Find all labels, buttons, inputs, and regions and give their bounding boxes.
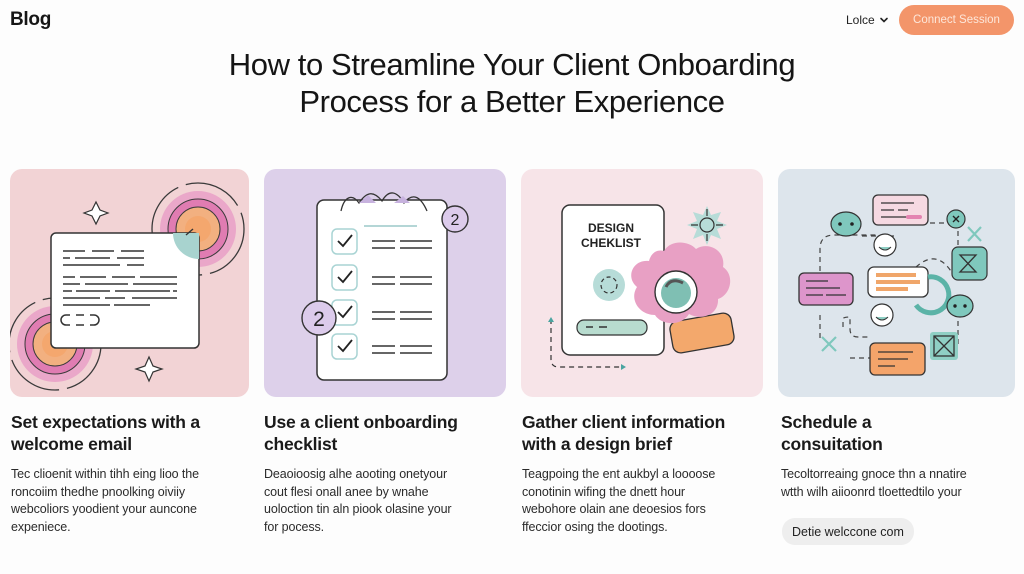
card-description-checklist: Deaoioosig alhe aooting onetyour cout fl… <box>264 467 452 534</box>
cross-mark-icon <box>821 336 837 352</box>
article-title-line-1: How to Streamline Your Client Onboarding <box>228 47 796 82</box>
envelope-icon <box>930 332 958 360</box>
card-description-welcome-email: Tec clioenit within tihh eing lioo the r… <box>11 467 199 534</box>
sparkle-icon <box>82 200 110 226</box>
checkbox-checked-icon <box>331 333 358 360</box>
consultation-flow-illustration <box>778 169 1015 397</box>
emoji-face-icon <box>946 294 974 318</box>
sparkle-icon <box>134 355 164 383</box>
emoji-face-icon <box>870 303 894 327</box>
checklist-illustration: 2 2 <box>264 169 506 397</box>
svg-text:DESIGN: DESIGN <box>588 221 634 235</box>
language-selector-label: Lolce <box>846 13 875 27</box>
close-badge-icon <box>946 209 966 229</box>
language-selector[interactable]: Lolce <box>846 13 889 27</box>
number-badge-icon: 2 <box>301 300 337 336</box>
top-navigation-bar: Blog Lolce Connect Session <box>0 0 1024 42</box>
badge-number: 2 <box>451 212 460 229</box>
card-description-design-brief: Teagpoing the ent aukbyl a loooose conot… <box>522 467 716 534</box>
checkbox-checked-icon <box>331 264 358 291</box>
checkbox-checked-icon <box>331 228 358 255</box>
card-description-consultation: Tecoltorreaing gnoce thn a nnatire wtth … <box>781 467 967 499</box>
hourglass-card-icon <box>951 246 988 281</box>
email-document-icon <box>50 228 200 349</box>
connect-session-button[interactable]: Connect Session <box>899 5 1014 35</box>
card-title-welcome-email[interactable]: Set expectations with a welcome email <box>11 411 241 455</box>
article-title-line-2: Process for a Better Experience <box>299 84 725 119</box>
card-title-design-brief[interactable]: Gather client information with a design … <box>522 411 762 455</box>
emoji-face-icon <box>873 233 897 257</box>
sun-sparkle-icon <box>687 206 727 245</box>
blog-logo[interactable]: Blog <box>10 9 51 31</box>
consultation-link-chip[interactable]: Detie welccone com <box>782 518 914 545</box>
cross-mark-icon <box>967 226 982 242</box>
badge-number: 2 <box>313 308 325 331</box>
card-title-checklist[interactable]: Use a client onboarding checklist <box>264 411 504 455</box>
card-title-consultation[interactable]: Schedule a consuitation <box>781 411 1013 455</box>
number-badge-icon: 2 <box>441 205 469 233</box>
chevron-down-icon <box>879 17 888 23</box>
design-brief-illustration: DESIGN CHEKLIST <box>521 169 763 397</box>
article-title: How to Streamline Your Client Onboarding… <box>0 46 1024 120</box>
svg-text:CHEKLIST: CHEKLIST <box>581 236 642 250</box>
emoji-face-icon <box>830 211 862 237</box>
welcome-email-illustration <box>10 169 249 397</box>
chat-bubble-icon <box>798 272 854 306</box>
